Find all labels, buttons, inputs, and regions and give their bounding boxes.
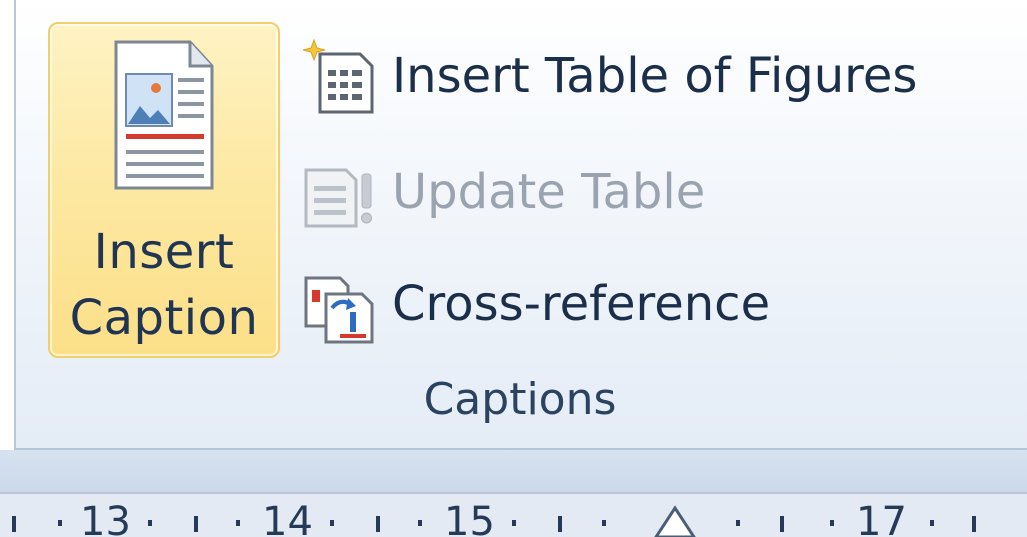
ruler-tick — [736, 520, 740, 526]
ruler-tick — [558, 516, 562, 532]
ruler-tick — [148, 520, 152, 526]
cross-reference-icon — [304, 276, 374, 344]
ruler-tick — [236, 520, 240, 526]
insert-caption-label-line2: Caption — [69, 290, 259, 346]
ruler-tick — [512, 520, 516, 526]
ribbon-bottom-band — [0, 450, 1027, 492]
ruler-label-13: 13 — [80, 499, 131, 537]
ruler-tick — [830, 520, 834, 526]
ruler-tick — [972, 516, 976, 532]
cross-reference-label: Cross-reference — [392, 276, 771, 332]
insert-caption-button[interactable]: Insert Caption — [48, 22, 280, 358]
ruler-tick — [12, 516, 16, 532]
update-table-label: Update Table — [392, 164, 706, 220]
ruler-tick — [930, 520, 934, 526]
insert-caption-label-line1: Insert — [93, 224, 235, 280]
ruler-tick — [58, 520, 62, 526]
table-of-figures-icon — [302, 38, 374, 114]
update-table-button[interactable]: Update Table — [300, 152, 705, 232]
cross-reference-button[interactable]: Cross-reference — [300, 264, 770, 344]
ruler-label-17: 17 — [856, 499, 907, 537]
insert-table-of-figures-button[interactable]: Insert Table of Figures — [300, 36, 917, 116]
update-table-icon — [304, 168, 372, 228]
ruler-tick — [602, 520, 606, 526]
ruler-tick — [418, 520, 422, 526]
ruler-label-14: 14 — [262, 499, 313, 537]
ruler-label-15: 15 — [444, 499, 495, 537]
ruler-tick — [330, 520, 334, 526]
document-picture-icon — [114, 40, 214, 190]
horizontal-ruler[interactable]: 13 14 15 17 — [0, 492, 1027, 537]
indent-marker-icon[interactable] — [650, 494, 700, 537]
insert-table-of-figures-label: Insert Table of Figures — [392, 48, 918, 104]
ruler-tick — [780, 516, 784, 532]
word-ribbon-screen: Insert Caption Insert Table of Figures U… — [0, 0, 1027, 537]
group-title: Captions — [423, 374, 617, 425]
ruler-tick — [194, 516, 198, 532]
ruler-tick — [376, 516, 380, 532]
